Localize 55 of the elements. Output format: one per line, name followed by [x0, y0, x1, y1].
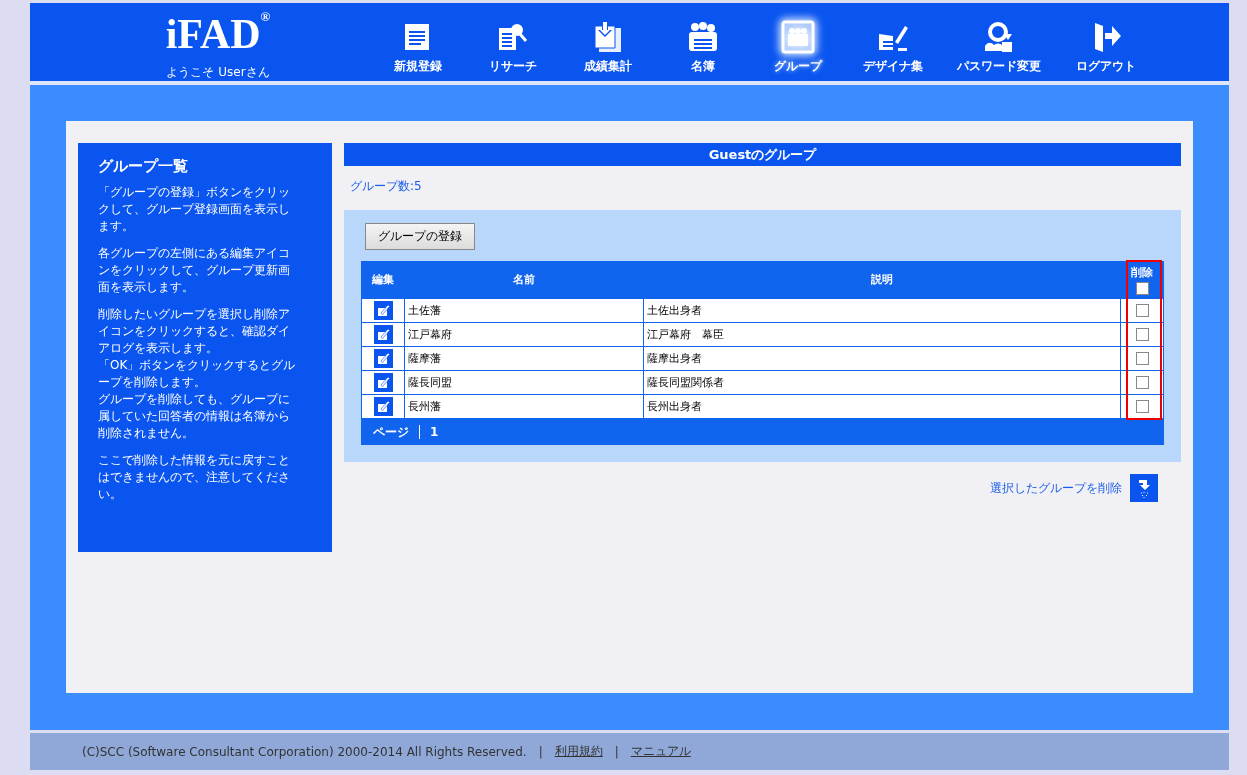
help-text: 「OK」ボタンをクリックするとグループを削除します。 — [98, 357, 297, 391]
select-all-checkbox[interactable] — [1135, 281, 1149, 295]
footer-link[interactable]: マニュアル — [630, 743, 691, 760]
page-link[interactable]: 1 — [430, 425, 439, 439]
table-cell: 薩摩藩 — [404, 346, 644, 371]
edit-icon[interactable] — [373, 373, 393, 392]
table-cell: 土佐藩 — [404, 298, 644, 323]
nav-item[interactable]: デザイナ集 — [845, 19, 940, 75]
section-title: Guestのグループ — [344, 143, 1181, 166]
help-text: グループを削除しても、グループに属していた回答者の情報は名簿から削除されません。 — [98, 391, 291, 442]
edit-icon[interactable] — [373, 301, 393, 320]
row-checkbox[interactable] — [1135, 304, 1149, 318]
column-header: 削除 — [1131, 264, 1153, 280]
separator: | — [614, 744, 619, 759]
nav-item[interactable]: パスワード変更 — [940, 19, 1058, 75]
help-text: 削除したいグループを選択し削除アイコンをクリックすると、確認ダイアログを表示します。 — [98, 306, 291, 357]
pager-label: ページ — [373, 423, 409, 441]
column-header: 名前 — [404, 261, 644, 299]
logo: iFAD® — [165, 9, 271, 60]
edit-icon[interactable] — [373, 325, 393, 344]
table-cell: 長州出身者 — [643, 394, 1121, 419]
nav-item[interactable]: 名簿 — [655, 19, 750, 75]
column-header: 説明 — [643, 261, 1121, 299]
row-checkbox[interactable] — [1135, 400, 1149, 414]
delete-icon[interactable] — [1130, 474, 1158, 502]
table-cell: 薩長同盟 — [404, 370, 644, 395]
nav-item[interactable]: 新規登録 — [370, 19, 465, 75]
table-cell: 江戸幕府 幕臣 — [643, 322, 1121, 347]
welcome-text: ようこそ Userさん — [166, 63, 270, 81]
nav-item[interactable]: 成績集計 — [560, 19, 655, 75]
copyright-text: (C)SCC (Software Consultant Corporation) 2000-2014 All Rights Reserved. — [82, 744, 527, 759]
row-checkbox[interactable] — [1135, 376, 1149, 390]
table-cell: 薩摩出身者 — [643, 346, 1121, 371]
table-cell: 長州藩 — [404, 394, 644, 419]
table-cell: 土佐出身者 — [643, 298, 1121, 323]
panel-title: グループ一覧 — [98, 157, 189, 176]
row-checkbox[interactable] — [1135, 352, 1149, 366]
row-checkbox[interactable] — [1135, 328, 1149, 342]
edit-icon[interactable] — [373, 349, 393, 368]
edit-icon[interactable] — [373, 397, 393, 416]
group-icon — [780, 19, 815, 54]
nav-item[interactable]: グループ — [750, 19, 845, 75]
footer-link[interactable]: 利用規約 — [554, 743, 603, 760]
register-group-button[interactable]: グループの登録 — [365, 223, 475, 250]
column-header: 編集 — [361, 261, 405, 299]
help-text: 「グループの登録」ボタンをクリックして、グループ登録画面を表示します。 — [98, 184, 291, 235]
table-cell: 江戸幕府 — [404, 322, 644, 347]
help-text: ここで削除した情報を元に戻すことはできませんので、注意してください。 — [98, 452, 291, 503]
separator: | — [538, 744, 543, 759]
table-cell: 薩長同盟関係者 — [643, 370, 1121, 395]
help-text: 各グループの左側にある編集アイコンをクリックして、グループ更新画面を表示します。 — [98, 245, 291, 296]
delete-selected-link[interactable]: 選択したグループを削除 — [990, 479, 1122, 497]
group-count: グループ数:5 — [350, 178, 423, 195]
nav-item[interactable]: リサーチ — [465, 19, 560, 75]
nav-item[interactable]: ログアウト — [1058, 19, 1153, 75]
